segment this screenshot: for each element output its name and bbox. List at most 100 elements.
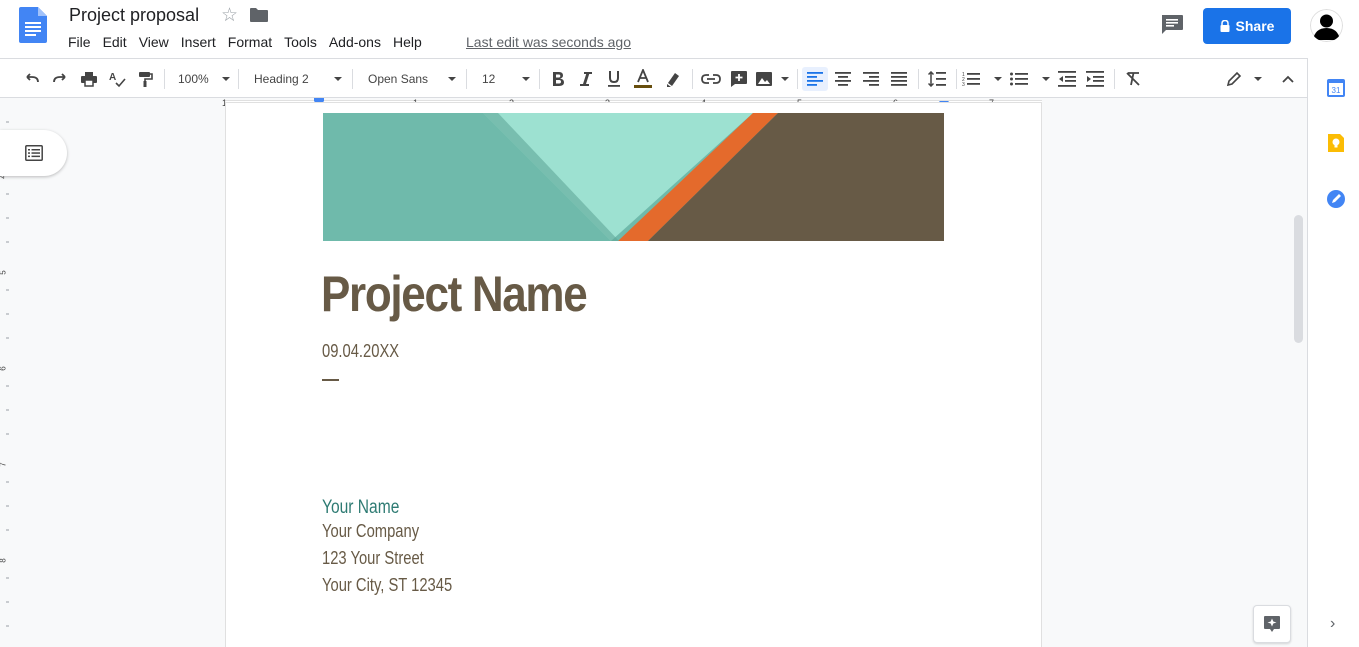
calendar-icon[interactable]: 31 [1326, 78, 1346, 98]
svg-text:3: 3 [962, 82, 965, 87]
print-icon[interactable] [76, 67, 102, 91]
document-canvas[interactable]: Project Name 09.04.20XX Your Name Your C… [11, 102, 1307, 647]
author-street[interactable]: 123 Your Street [322, 548, 424, 569]
menu-insert[interactable]: Insert [175, 33, 222, 51]
toolbar-divider [238, 69, 239, 89]
tasks-icon[interactable] [1326, 189, 1346, 209]
numbered-list-icon[interactable]: 123 [962, 67, 1004, 91]
toolbar-divider [539, 69, 540, 89]
author-name[interactable]: Your Name [322, 497, 399, 519]
clear-formatting-icon[interactable] [1120, 67, 1146, 91]
editing-mode-icon[interactable] [1226, 67, 1266, 91]
paragraph-style-select[interactable]: Heading 2 [246, 67, 342, 91]
lock-icon [1220, 20, 1230, 32]
menu-add-ons[interactable]: Add-ons [323, 33, 387, 51]
add-comment-icon[interactable] [727, 67, 751, 91]
chevron-right-icon[interactable]: › [1330, 615, 1335, 633]
comment-history-icon[interactable] [1160, 14, 1184, 36]
align-left-icon[interactable] [802, 67, 828, 91]
chevron-down-icon [781, 77, 789, 81]
calendar-day: 31 [1332, 86, 1341, 95]
zoom-value: 100% [178, 72, 209, 86]
vertical-ruler-number: 7 [0, 462, 8, 466]
paint-format-icon[interactable] [132, 67, 158, 91]
toolbar-divider [1114, 69, 1115, 89]
vertical-scrollbar[interactable] [1294, 215, 1303, 343]
menu-view[interactable]: View [133, 33, 175, 51]
chevron-down-icon [334, 77, 342, 81]
vertical-ruler[interactable]: 4 5 6 7 8 [0, 112, 11, 647]
formatting-toolbar: A 100% Heading 2 Open Sans 12 1 2 3 [0, 58, 1307, 98]
insert-link-icon[interactable] [698, 67, 724, 91]
decrease-indent-icon[interactable] [1054, 67, 1080, 91]
insert-image-icon[interactable] [755, 67, 789, 91]
author-city[interactable]: Your City, ST 12345 [322, 575, 452, 596]
document-title[interactable]: Project proposal [69, 5, 199, 26]
justify-icon[interactable] [886, 67, 912, 91]
align-center-icon[interactable] [830, 67, 856, 91]
toolbar-divider [797, 69, 798, 89]
project-name-heading[interactable]: Project Name [321, 265, 588, 323]
chevron-down-icon [222, 77, 230, 81]
increase-indent-icon[interactable] [1082, 67, 1108, 91]
vertical-ruler-number: 6 [0, 366, 8, 370]
chevron-down-icon [994, 77, 1002, 81]
menu-format[interactable]: Format [222, 33, 278, 51]
outline-icon [24, 145, 43, 161]
menu-help[interactable]: Help [387, 33, 428, 51]
avatar[interactable] [1310, 9, 1343, 42]
bulleted-list-icon[interactable] [1010, 67, 1052, 91]
text-color-icon[interactable] [630, 67, 656, 91]
star-icon[interactable]: ☆ [221, 4, 238, 27]
chevron-down-icon [522, 77, 530, 81]
vertical-ruler-number: 5 [0, 270, 8, 274]
zoom-select[interactable]: 100% [172, 67, 230, 91]
line-spacing-icon[interactable] [924, 67, 950, 91]
toolbar-divider [352, 69, 353, 89]
svg-text:A: A [109, 72, 116, 83]
menu-bar: File Edit View Insert Format Tools Add-o… [62, 33, 428, 51]
share-label: Share [1235, 18, 1275, 34]
explore-icon [1264, 616, 1280, 632]
chevron-down-icon [1042, 77, 1050, 81]
docs-logo-icon[interactable] [19, 7, 47, 43]
menu-edit[interactable]: Edit [97, 33, 133, 51]
last-edit-link[interactable]: Last edit was seconds ago [466, 33, 631, 51]
italic-icon[interactable] [574, 67, 598, 91]
align-right-icon[interactable] [858, 67, 884, 91]
highlight-icon[interactable] [660, 67, 686, 91]
document-outline-button[interactable] [0, 130, 67, 176]
chevron-down-icon [448, 77, 456, 81]
toolbar-divider [956, 69, 957, 89]
author-company[interactable]: Your Company [322, 521, 419, 542]
project-date[interactable]: 09.04.20XX [322, 341, 399, 362]
toolbar-divider [918, 69, 919, 89]
folder-icon[interactable] [250, 8, 268, 22]
side-panel: 31 › [1307, 58, 1359, 647]
chevron-up-icon[interactable] [1276, 67, 1300, 91]
menu-file[interactable]: File [62, 33, 97, 51]
underline-icon[interactable] [602, 67, 626, 91]
toolbar-divider [164, 69, 165, 89]
bold-icon[interactable] [546, 67, 570, 91]
font-size-select[interactable]: 12 [474, 67, 530, 91]
menu-tools[interactable]: Tools [278, 33, 323, 51]
explore-button[interactable] [1253, 605, 1291, 643]
document-page[interactable]: Project Name 09.04.20XX Your Name Your C… [225, 102, 1042, 647]
font-select[interactable]: Open Sans [360, 67, 456, 91]
undo-icon[interactable] [20, 67, 44, 91]
date-divider [322, 379, 339, 381]
app-header: Project proposal ☆ File Edit View Insert… [0, 0, 1359, 58]
keep-icon[interactable] [1326, 133, 1346, 153]
toolbar-divider [692, 69, 693, 89]
vertical-ruler-ticks [6, 121, 9, 627]
redo-icon[interactable] [48, 67, 72, 91]
font-value: Open Sans [368, 72, 429, 86]
font-size-value: 12 [482, 72, 496, 86]
vertical-ruler-number: 8 [0, 558, 8, 562]
header-banner-image[interactable] [323, 113, 944, 241]
share-button[interactable]: Share [1203, 8, 1291, 44]
chevron-down-icon [1254, 77, 1262, 81]
toolbar-divider [466, 69, 467, 89]
spellcheck-icon[interactable]: A [104, 67, 130, 91]
